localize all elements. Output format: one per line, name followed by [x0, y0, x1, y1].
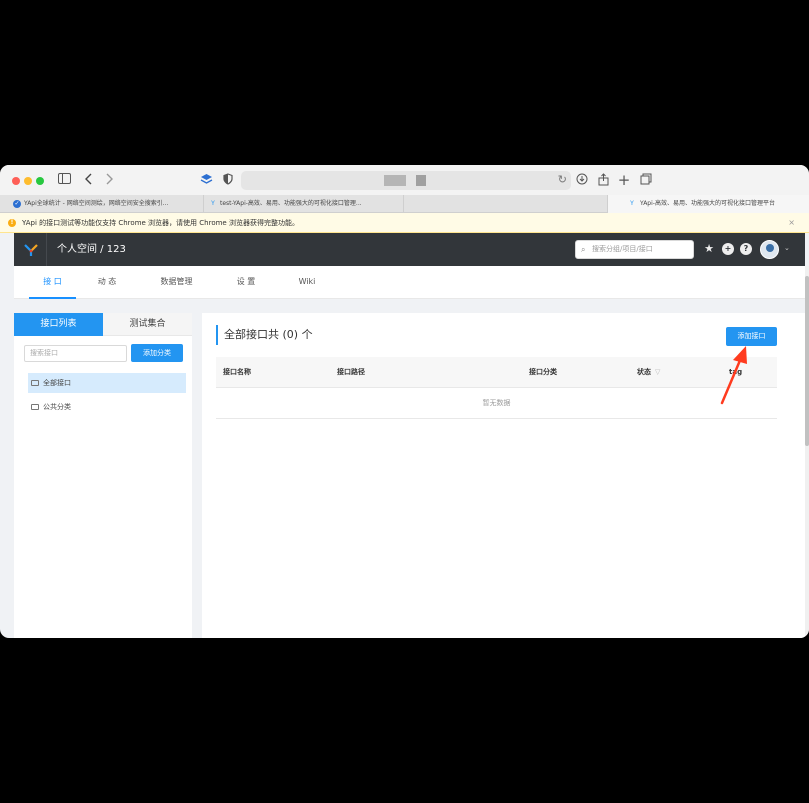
- yapi-favicon-icon: Y: [211, 200, 215, 207]
- interface-search-input[interactable]: 搜索接口: [24, 345, 127, 362]
- column-status-label: 状态: [637, 368, 651, 376]
- interface-main: 全部接口共 (0) 个 添加接口 接口名称 接口路径 接口分类 状态 ▽ tag …: [202, 313, 805, 638]
- address-redacted: [384, 175, 406, 186]
- zoom-window-button[interactable]: [36, 177, 44, 185]
- share-icon[interactable]: [596, 173, 610, 187]
- globe-icon: ✓: [13, 200, 21, 208]
- browser-window: ↻ + ✓ YApi全球统计 - 网络空间测绘，网络空间安全搜索引... Y t…: [0, 165, 809, 638]
- browser-tab-3[interactable]: [404, 195, 608, 213]
- address-redacted-2: [416, 175, 426, 186]
- column-category: 接口分类: [529, 368, 557, 376]
- category-public[interactable]: 公共分类: [28, 397, 186, 417]
- column-name: 接口名称: [223, 368, 251, 376]
- search-input[interactable]: ⌕ 搜索分组/项目/接口: [575, 240, 694, 259]
- avatar-face: [766, 244, 774, 252]
- browser-tab-label: test-YApi-高效、易用、功能强大的可视化接口管理...: [220, 200, 362, 207]
- address-bar[interactable]: ↻: [241, 171, 571, 190]
- folder-icon: [31, 404, 39, 410]
- layers-icon[interactable]: [199, 173, 213, 187]
- tab-settings[interactable]: 设 置: [228, 266, 264, 299]
- column-status[interactable]: 状态 ▽: [637, 357, 660, 388]
- sidebar-toggle-icon[interactable]: [57, 173, 71, 187]
- close-icon[interactable]: ×: [788, 213, 795, 233]
- browser-tab-1[interactable]: ✓ YApi全球统计 - 网络空间测绘，网络空间安全搜索引...: [8, 195, 204, 213]
- add-category-button[interactable]: 添加分类: [131, 344, 183, 362]
- app-header: 个人空间 / 123 ⌕ 搜索分组/项目/接口 ★ + ? ⌄: [14, 233, 805, 266]
- interface-sidebar: 接口列表 测试集合 搜索接口 添加分类 全部接口 公共分类: [14, 313, 192, 638]
- browser-toolbar: ↻ +: [0, 165, 809, 195]
- tab-activity[interactable]: 动 态: [89, 266, 125, 299]
- browser-notice: ! YApi 的接口测试等功能仅支持 Chrome 浏览器，请使用 Chrome…: [0, 213, 809, 233]
- download-icon[interactable]: [575, 173, 589, 187]
- category-label: 全部接口: [43, 379, 71, 387]
- browser-tab-label: YApi-高效、易用、功能强大的可视化接口管理平台: [640, 200, 775, 207]
- category-all[interactable]: 全部接口: [28, 373, 186, 393]
- project-nav: 接 口 动 态 数据管理 设 置 Wiki: [14, 266, 805, 299]
- yapi-logo-icon[interactable]: [24, 242, 38, 256]
- shield-icon[interactable]: [221, 173, 235, 187]
- star-icon[interactable]: ★: [703, 243, 715, 255]
- browser-tab-label: YApi全球统计 - 网络空间测绘，网络空间安全搜索引...: [24, 200, 169, 207]
- column-path: 接口路径: [337, 368, 365, 376]
- search-placeholder: 搜索分组/项目/接口: [592, 245, 653, 253]
- help-icon[interactable]: ?: [740, 243, 752, 255]
- chevron-down-icon[interactable]: ⌄: [784, 244, 790, 252]
- page-scrollbar[interactable]: [805, 266, 809, 638]
- notice-text: YApi 的接口测试等功能仅支持 Chrome 浏览器，请使用 Chrome 浏…: [22, 219, 299, 227]
- reload-icon[interactable]: ↻: [558, 173, 567, 186]
- tab-interface[interactable]: 接 口: [29, 266, 76, 299]
- page-title: 全部接口共 (0) 个: [216, 325, 313, 345]
- browser-tab-bar: ✓ YApi全球统计 - 网络空间测绘，网络空间安全搜索引... Y test-…: [0, 195, 809, 213]
- empty-state: 暂无数据: [216, 388, 777, 419]
- column-tag: tag: [729, 368, 743, 376]
- new-tab-icon[interactable]: +: [617, 173, 631, 188]
- scrollbar-thumb[interactable]: [805, 276, 809, 446]
- add-interface-button[interactable]: 添加接口: [726, 327, 777, 346]
- yapi-favicon-icon: Y: [630, 200, 634, 207]
- category-label: 公共分类: [43, 403, 71, 411]
- tab-interface-list[interactable]: 接口列表: [14, 313, 103, 336]
- forward-icon[interactable]: [102, 173, 116, 187]
- browser-tab-2[interactable]: Y test-YApi-高效、易用、功能强大的可视化接口管理...: [204, 195, 404, 213]
- tab-wiki[interactable]: Wiki: [292, 266, 322, 299]
- tab-data-management[interactable]: 数据管理: [154, 266, 199, 299]
- minimize-window-button[interactable]: [24, 177, 32, 185]
- warning-icon: !: [8, 219, 16, 227]
- back-icon[interactable]: [82, 173, 96, 187]
- breadcrumb[interactable]: 个人空间 / 123: [57, 233, 126, 266]
- search-icon: ⌕: [581, 245, 586, 254]
- tab-test-collection[interactable]: 测试集合: [103, 313, 192, 336]
- header-divider: [46, 233, 47, 266]
- browser-tab-4[interactable]: Y YApi-高效、易用、功能强大的可视化接口管理平台: [608, 195, 809, 213]
- tab-overview-icon[interactable]: [639, 173, 653, 187]
- table-header: 接口名称 接口路径 接口分类 状态 ▽ tag: [216, 357, 777, 388]
- add-project-icon[interactable]: +: [722, 243, 734, 255]
- close-window-button[interactable]: [12, 177, 20, 185]
- avatar[interactable]: [760, 240, 779, 259]
- folder-icon: [31, 380, 39, 386]
- filter-icon[interactable]: ▽: [655, 368, 660, 376]
